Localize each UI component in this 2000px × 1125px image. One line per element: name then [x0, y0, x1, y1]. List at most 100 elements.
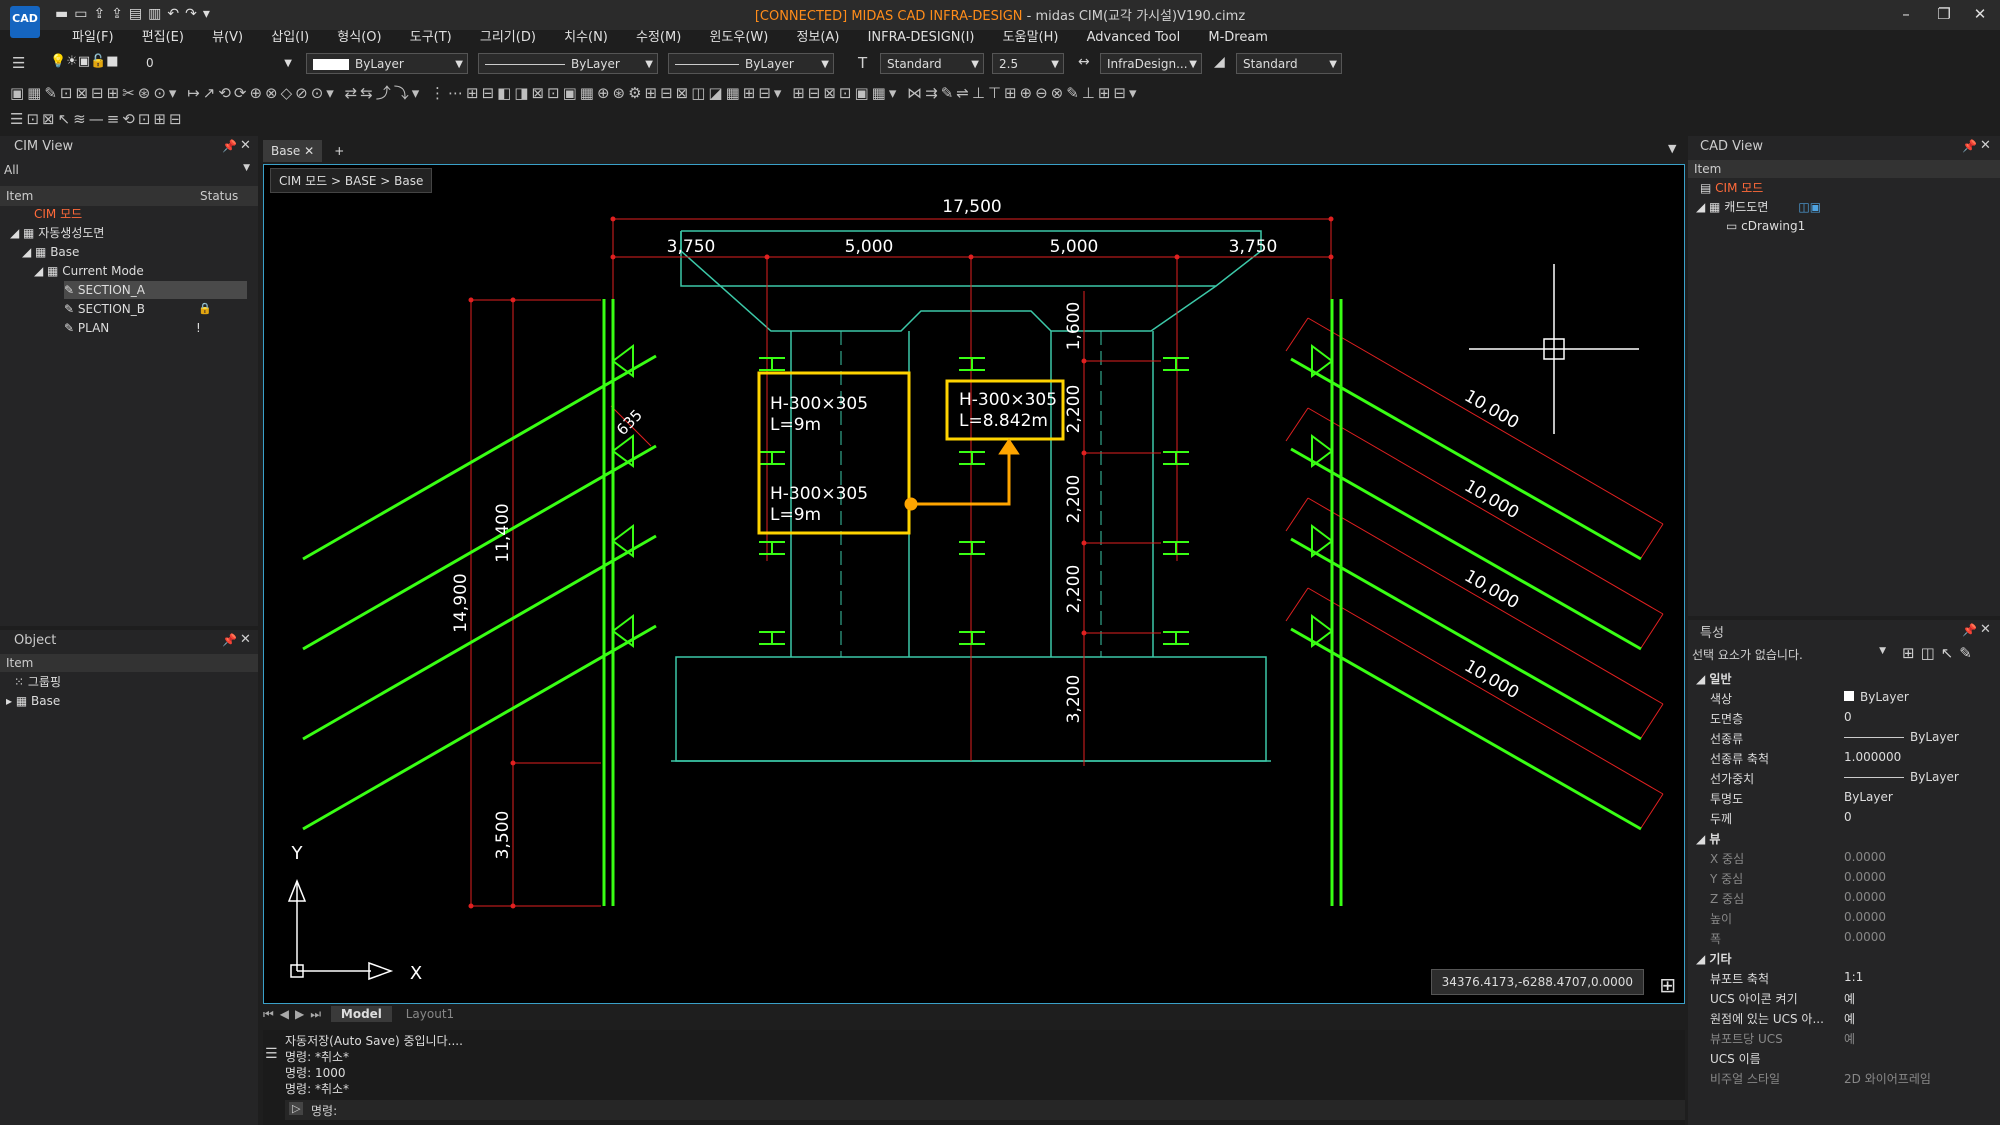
cim-filter-value: All: [4, 163, 19, 177]
object-item-grouping[interactable]: ⁙ 그룹핑: [14, 673, 61, 691]
drawing-canvas[interactable]: 17,500 3,750 5,000 5,000 3,750 14,900 11…: [264, 165, 1684, 1003]
layer-combo[interactable]: 0 ▼: [140, 53, 296, 74]
tree-item-section-a[interactable]: ✎ SECTION_A: [64, 281, 247, 299]
cad-tree-drawings[interactable]: ◢ ▦ 캐드도면 ◫▣: [1696, 198, 1821, 216]
window-title: [CONNECTED] MIDAS CAD INFRA-DESIGN - mid…: [0, 5, 2000, 24]
tree-item-plan[interactable]: ✎ PLAN: [64, 319, 109, 337]
ucs-y-label: Y: [291, 843, 304, 864]
text-height-combo[interactable]: 2.5 ▼: [992, 53, 1064, 74]
minimize-button[interactable]: –: [1888, 2, 1924, 26]
view-toggle-icons[interactable]: ◫▣: [1798, 200, 1821, 214]
cad-tree-drawing1[interactable]: ▭ cDrawing1: [1726, 217, 1805, 235]
menu-window[interactable]: 윈도우(W): [697, 28, 780, 48]
pin-icon[interactable]: 📌: [1962, 623, 1977, 637]
ucs-x-label: X: [410, 963, 422, 984]
tree-root-cim-mode[interactable]: CIM 모드: [34, 205, 82, 223]
pin-icon[interactable]: 📌: [222, 633, 237, 647]
tree-label: Base: [50, 245, 80, 259]
layer-state-icons[interactable]: 💡☀▣🔓■: [50, 54, 119, 69]
prop-value: 0: [1844, 710, 1852, 724]
prop-ucs-icon-on[interactable]: UCS 아이콘 켜기 예: [1688, 990, 1998, 1009]
menu-advanced-tool[interactable]: Advanced Tool: [1075, 28, 1193, 48]
tab-list-chevron-icon[interactable]: ▼: [1668, 142, 1676, 155]
prop-key: X 중심: [1710, 852, 1745, 866]
command-input[interactable]: ▷ 명령:: [285, 1100, 1685, 1120]
drawing-viewport[interactable]: CIM 모드 > BASE > Base 17,500 3,750 5,000 …: [263, 164, 1685, 1004]
prop-ucs-name[interactable]: UCS 이름: [1688, 1050, 1998, 1069]
prop-value: 0: [1844, 810, 1852, 824]
prop-width: 폭 0.0000: [1688, 930, 1998, 949]
menu-draw[interactable]: 그리기(D): [468, 28, 548, 48]
connection-status: [CONNECTED] MIDAS CAD INFRA-DESIGN: [754, 9, 1023, 24]
dim-style-combo[interactable]: InfraDesign... ▼: [1100, 53, 1202, 74]
text-style-value: Standard: [887, 57, 942, 71]
prop-transparency[interactable]: 투명도 ByLayer: [1688, 790, 1998, 809]
callout-strut-right[interactable]: H-300×305 L=8.842m: [945, 379, 1065, 441]
prop-lineweight[interactable]: 선가중치 ByLayer: [1688, 770, 1998, 789]
tab-base[interactable]: Base ✕: [263, 140, 323, 162]
text-style-combo[interactable]: Standard ▼: [880, 53, 984, 74]
pin-icon[interactable]: 📌: [1962, 139, 1977, 153]
menu-infra-design[interactable]: INFRA-DESIGN(I): [856, 28, 987, 48]
maximize-button[interactable]: ❐: [1926, 2, 1962, 26]
properties-toolbar-icons[interactable]: ⊞◫↖✎: [1902, 644, 1978, 662]
command-menu-icon[interactable]: ☰: [265, 1046, 278, 1062]
new-tab-button[interactable]: +: [326, 140, 352, 162]
cim-filter-select[interactable]: All ▼: [4, 163, 254, 181]
section-view[interactable]: ◢ 뷰: [1696, 830, 1720, 847]
linetype-combo[interactable]: ByLayer ▼: [478, 53, 658, 74]
tree-item-section-b[interactable]: ✎ SECTION_B: [64, 300, 145, 318]
object-item-base[interactable]: ▸ ▦ Base: [6, 692, 60, 710]
prop-color[interactable]: 색상 ByLayer: [1688, 690, 1998, 709]
menu-help[interactable]: 도움말(H): [991, 28, 1071, 48]
tab-navigation-icons[interactable]: ⏮◀▶⏭: [263, 1007, 327, 1021]
prop-layer[interactable]: 도면층 0: [1688, 710, 1998, 729]
prop-thickness[interactable]: 두께 0: [1688, 810, 1998, 829]
viewport-grid-icon[interactable]: ⊞: [1659, 973, 1676, 997]
callout1-line1: H-300×305: [770, 394, 868, 414]
menu-file[interactable]: 파일(F): [60, 28, 126, 48]
tab-model[interactable]: Model: [330, 1006, 392, 1022]
menu-modify[interactable]: 수정(M): [624, 28, 693, 48]
cad-tree-root[interactable]: ▤ CIM 모드: [1700, 179, 1763, 197]
prop-ucs-per-viewport: 뷰포트당 UCS 예: [1688, 1030, 1998, 1049]
tree-item-auto-drawing[interactable]: ◢ ▦ 자동생성도면: [10, 224, 104, 242]
close-button[interactable]: ✕: [1962, 2, 1998, 26]
section-misc[interactable]: ◢ 기타: [1696, 950, 1732, 967]
menu-m-dream[interactable]: M-Dream: [1196, 28, 1280, 48]
selection-select[interactable]: 선택 요소가 없습니다. ▼: [1692, 646, 1892, 663]
table-style-combo[interactable]: Standard ▼: [1236, 53, 1342, 74]
cim-view-panel: CIM View 📌 ✕ All ▼ Item Status CIM 모드 ◢ ▦…: [0, 136, 258, 626]
prop-key: 선종류 축척: [1710, 752, 1770, 766]
close-icon[interactable]: ✕: [1980, 138, 1991, 153]
prop-ucs-at-origin[interactable]: 원점에 있는 UCS 아... 예: [1688, 1010, 1998, 1029]
menu-info[interactable]: 정보(A): [784, 28, 851, 48]
menu-insert[interactable]: 삽입(I): [259, 28, 321, 48]
layer-manager-icon[interactable]: ☰: [12, 54, 25, 72]
color-combo[interactable]: ByLayer ▼: [306, 53, 468, 74]
section-general[interactable]: ◢ 일반: [1696, 670, 1732, 687]
prop-linetype-scale[interactable]: 선종류 축척 1.000000: [1688, 750, 1998, 769]
pin-icon[interactable]: 📌: [222, 139, 237, 153]
tree-item-base[interactable]: ◢ ▦ Base: [22, 243, 79, 261]
folder-icon: ▦: [23, 226, 39, 240]
menu-bar: 파일(F) 편집(E) 뷰(V) 삽입(I) 형식(O) 도구(T) 그리기(D…: [60, 28, 1280, 48]
menu-format[interactable]: 형식(O): [325, 28, 393, 48]
menu-edit[interactable]: 편집(E): [130, 28, 196, 48]
close-icon[interactable]: ✕: [240, 138, 251, 153]
snap-toolbar[interactable]: ☰⊡⊠↖≋—≡⟲⊡⊞⊟: [10, 110, 310, 136]
menu-tools[interactable]: 도구(T): [398, 28, 464, 48]
tree-item-current-mode[interactable]: ◢ ▦ Current Mode: [34, 262, 144, 280]
grid-icon: ▦: [47, 264, 63, 278]
prop-viewport-scale[interactable]: 뷰포트 축척 1:1: [1688, 970, 1998, 989]
lineweight-value: ByLayer: [745, 57, 794, 71]
tab-layout1[interactable]: Layout1: [396, 1006, 464, 1022]
prop-linetype[interactable]: 선종류 ByLayer: [1688, 730, 1998, 749]
close-icon[interactable]: ✕: [1980, 622, 1991, 637]
menu-dimension[interactable]: 치수(N): [552, 28, 620, 48]
draw-toolbar[interactable]: ▣▦✎⊡⊠⊟⊞✂⊛⊙▾ ↦↗⟲⟳⊕⊗◇⊘⊙▾ ⇄⇆⤴⤵▾ ⋮⋯⊞⊟◧◨⊠⊡▣▦⊕…: [10, 82, 1700, 108]
close-icon[interactable]: ✕: [304, 144, 314, 158]
lineweight-combo[interactable]: ByLayer ▼: [668, 53, 834, 74]
close-icon[interactable]: ✕: [240, 632, 251, 647]
menu-view[interactable]: 뷰(V): [200, 28, 255, 48]
